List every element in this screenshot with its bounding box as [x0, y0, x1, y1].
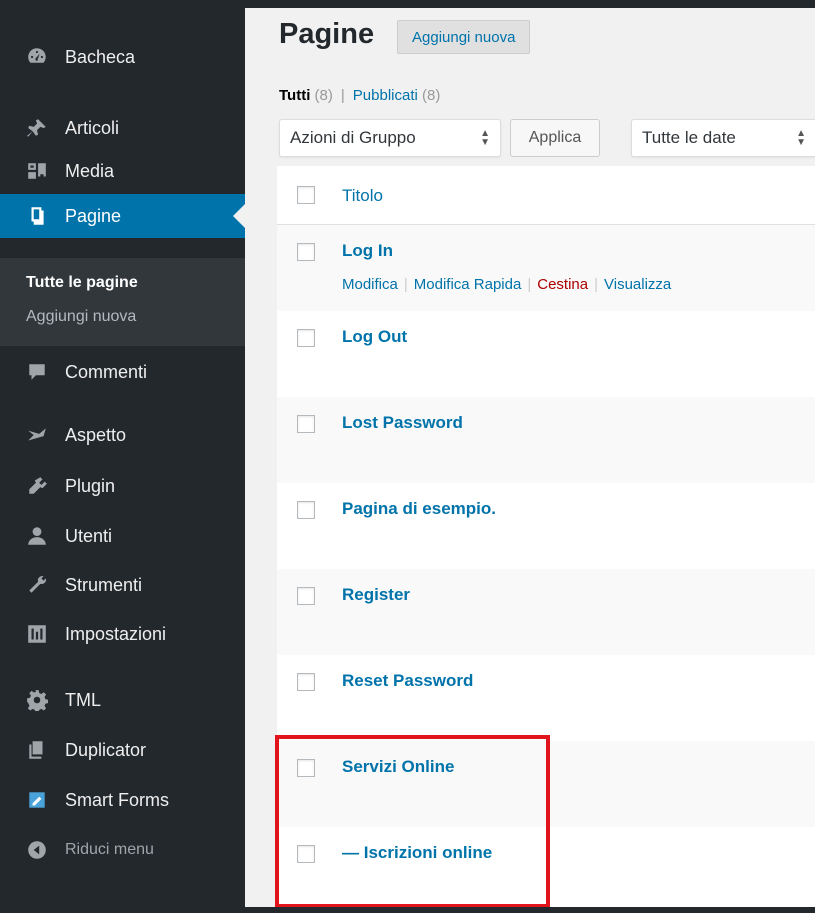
row-actions: Modifica | Modifica Rapida | Cestina | Visuali…: [342, 276, 671, 293]
table-row: Lost Password: [277, 397, 815, 483]
highlight-box: [275, 735, 550, 908]
filter-published-link[interactable]: Pubblicati: [353, 87, 418, 104]
table-row: Reset Password: [277, 655, 815, 741]
sidebar-item-label: Plugin: [65, 475, 116, 496]
sidebar-item-smart-forms[interactable]: Smart Forms: [0, 778, 245, 822]
pages-submenu: Tutte le pagine Aggiungi nuova: [0, 258, 245, 346]
table-header-row: Titolo: [277, 166, 815, 225]
row-checkbox[interactable]: [297, 501, 315, 519]
row-title-link[interactable]: Log Out: [342, 327, 407, 347]
apply-button[interactable]: Applica: [510, 119, 600, 157]
filter-all-count: (8): [314, 87, 333, 104]
current-menu-arrow: [233, 204, 245, 228]
user-icon: [25, 524, 49, 548]
row-action-separator: |: [527, 276, 532, 293]
row-checkbox[interactable]: [297, 587, 315, 605]
bulk-actions-select[interactable]: Azioni di Gruppo ▲ ▼: [279, 119, 501, 157]
settings-icon: [25, 622, 49, 646]
sidebar-item-label: Media: [65, 160, 115, 181]
sidebar-item-commenti[interactable]: Commenti: [0, 350, 245, 394]
sidebar-item-aspetto[interactable]: Aspetto: [0, 413, 245, 457]
sidebar-item-label: Aspetto: [65, 424, 127, 445]
sidebar-item-pagine[interactable]: Pagine: [0, 194, 245, 238]
sidebar-item-label: Strumenti: [65, 574, 143, 595]
sidebar-item-duplicator[interactable]: Duplicator: [0, 728, 245, 772]
sidebar-item-media[interactable]: Media: [0, 149, 245, 193]
sidebar-item-articoli[interactable]: Articoli: [0, 106, 245, 150]
collapse-menu-button[interactable]: Riduci menu: [0, 828, 245, 872]
row-checkbox[interactable]: [297, 329, 315, 347]
row-action-separator: |: [403, 276, 408, 293]
sidebar-item-label: Pagine: [65, 205, 122, 226]
row-title-link[interactable]: Log In: [342, 241, 393, 261]
row-title-link[interactable]: Pagina di esempio.: [342, 499, 496, 519]
sidebar-item-label: Impostazioni: [65, 623, 167, 644]
media-icon: [25, 159, 49, 183]
row-title-link[interactable]: Reset Password: [342, 671, 473, 691]
row-title-link[interactable]: Register: [342, 585, 410, 605]
sidebar-item-plugin[interactable]: Plugin: [0, 464, 245, 508]
bottom-frame-edge: [0, 907, 815, 913]
table-row: Log Out: [277, 311, 815, 397]
add-new-page-button[interactable]: Aggiungi nuova: [397, 20, 531, 54]
date-filter-value: Tutte le date: [642, 128, 736, 147]
dashboard-icon: [25, 45, 49, 69]
submenu-item-tutte-le-pagine[interactable]: Tutte le pagine: [26, 274, 138, 292]
table-row: Pagina di esempio.: [277, 483, 815, 569]
brush-icon: [25, 423, 49, 447]
date-filter-select[interactable]: Tutte le date ▲ ▼: [631, 119, 815, 157]
filter-all-link[interactable]: Tutti: [279, 87, 310, 104]
row-checkbox[interactable]: [297, 673, 315, 691]
column-title-header[interactable]: Titolo: [342, 186, 383, 206]
view-link[interactable]: Visualizza: [604, 276, 671, 293]
sidebar-item-impostazioni[interactable]: Impostazioni: [0, 612, 245, 656]
page-title: Pagine: [279, 18, 375, 50]
select-arrows-icon: ▲ ▼: [796, 128, 806, 148]
row-checkbox[interactable]: [297, 415, 315, 433]
bulk-actions-value: Azioni di Gruppo: [290, 128, 416, 147]
filter-published-count: (8): [422, 87, 441, 104]
admin-sidebar: Bacheca Articoli Media Pagine Tutte le p…: [0, 8, 245, 907]
collapse-menu-label: Riduci menu: [65, 841, 154, 858]
duplicator-icon: [25, 738, 49, 762]
row-action-separator: |: [594, 276, 598, 293]
table-row: Register: [277, 569, 815, 655]
pages-icon: [25, 204, 49, 228]
table-row: Log In Modifica | Modifica Rapida | Cestina |…: [277, 225, 815, 311]
quick-edit-link[interactable]: Modifica Rapida: [414, 276, 522, 293]
smart-forms-icon: [25, 788, 49, 812]
sidebar-item-label: Smart Forms: [65, 789, 170, 810]
submenu-item-aggiungi-nuova[interactable]: Aggiungi nuova: [26, 308, 136, 326]
edit-link[interactable]: Modifica: [342, 276, 398, 293]
status-filters: Tutti (8) | Pubblicati (8): [279, 87, 440, 104]
select-all-checkbox[interactable]: [297, 186, 315, 204]
sidebar-item-label: Articoli: [65, 117, 120, 138]
wrench-icon: [25, 573, 49, 597]
sidebar-item-tml[interactable]: TML: [0, 678, 245, 722]
gear-icon: [25, 688, 49, 712]
sidebar-item-label: Duplicator: [65, 739, 147, 760]
sidebar-item-bacheca[interactable]: Bacheca: [0, 35, 245, 79]
select-arrows-icon: ▲ ▼: [480, 128, 490, 148]
sidebar-item-utenti[interactable]: Utenti: [0, 514, 245, 558]
admin-bar-edge: [0, 0, 815, 8]
comment-icon: [25, 360, 49, 384]
row-title-link[interactable]: Lost Password: [342, 413, 463, 433]
row-checkbox[interactable]: [297, 243, 315, 261]
trash-link[interactable]: Cestina: [537, 276, 588, 293]
sidebar-item-label: Utenti: [65, 525, 113, 546]
sidebar-item-label: TML: [65, 689, 101, 710]
sidebar-item-label: Commenti: [65, 361, 148, 382]
sidebar-item-label: Bacheca: [65, 46, 136, 67]
collapse-arrow-icon: [25, 838, 49, 862]
plugin-icon: [25, 474, 49, 498]
sidebar-item-strumenti[interactable]: Strumenti: [0, 563, 245, 607]
filter-separator: |: [340, 87, 345, 104]
pin-icon: [25, 116, 49, 140]
